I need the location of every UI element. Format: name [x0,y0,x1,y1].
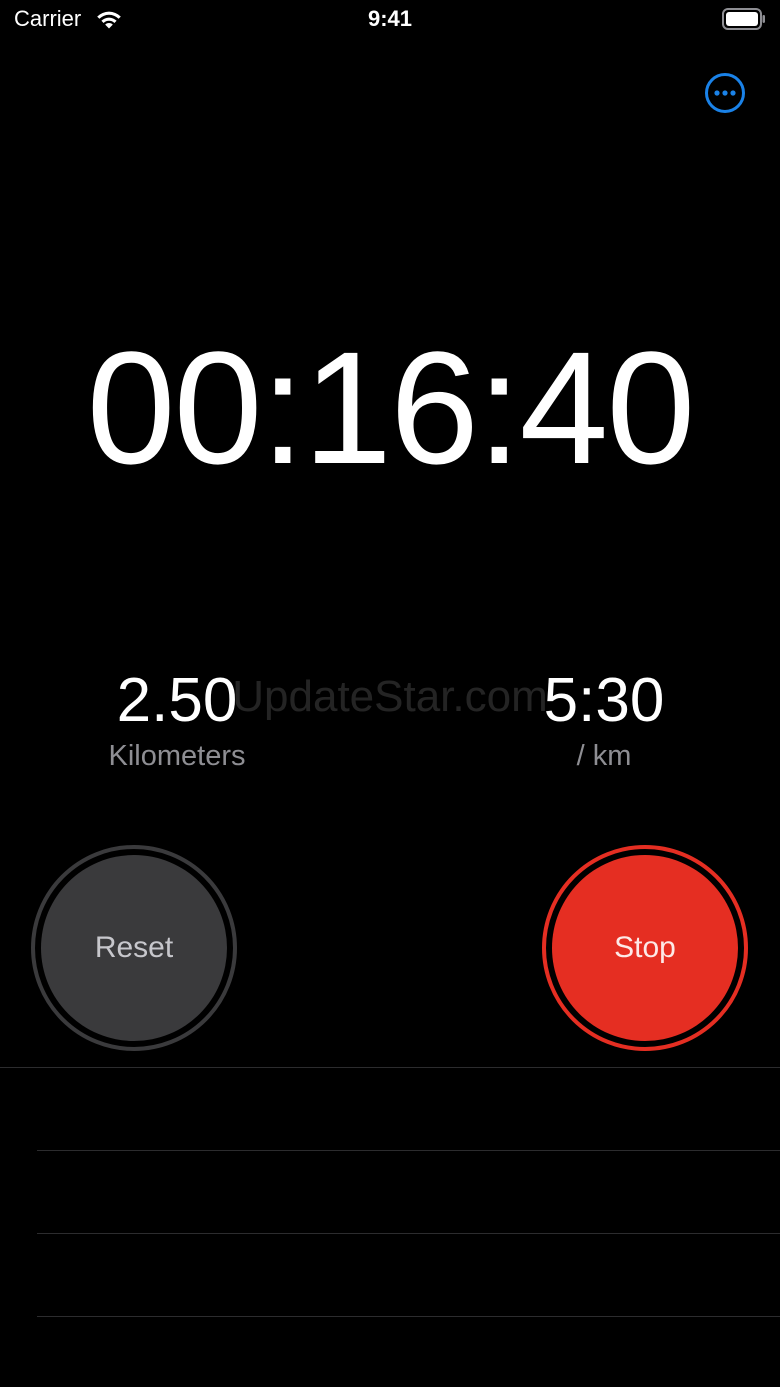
status-time: 9:41 [367,6,413,31]
stop-button-label: Stop [552,855,738,1041]
pace-value: 5:30 [543,666,665,735]
status-bar: Carrier 9:41 [0,0,780,40]
lap-row-divider [37,1316,780,1317]
more-options-icon[interactable] [704,72,746,114]
battery-icon [722,8,765,30]
lap-row-divider [37,1150,780,1151]
distance-value: 2.50 [116,666,238,735]
lap-row-divider [37,1233,780,1234]
distance-stat: 2.50 Kilometers [57,666,297,774]
pace-unit-label: / km [576,740,632,772]
reset-button-label: Reset [41,855,227,1041]
stop-button[interactable]: Stop [542,845,748,1051]
elapsed-time: 00:16:40 [86,318,696,497]
reset-button[interactable]: Reset [31,845,237,1051]
distance-unit-label: Kilometers [108,740,246,772]
pace-stat: 5:30 / km [484,666,724,774]
stopwatch-screen: Carrier 9:41 00:16:40 UpdateStar.com 2.5… [0,0,780,1387]
lap-list-top-divider [0,1067,780,1068]
